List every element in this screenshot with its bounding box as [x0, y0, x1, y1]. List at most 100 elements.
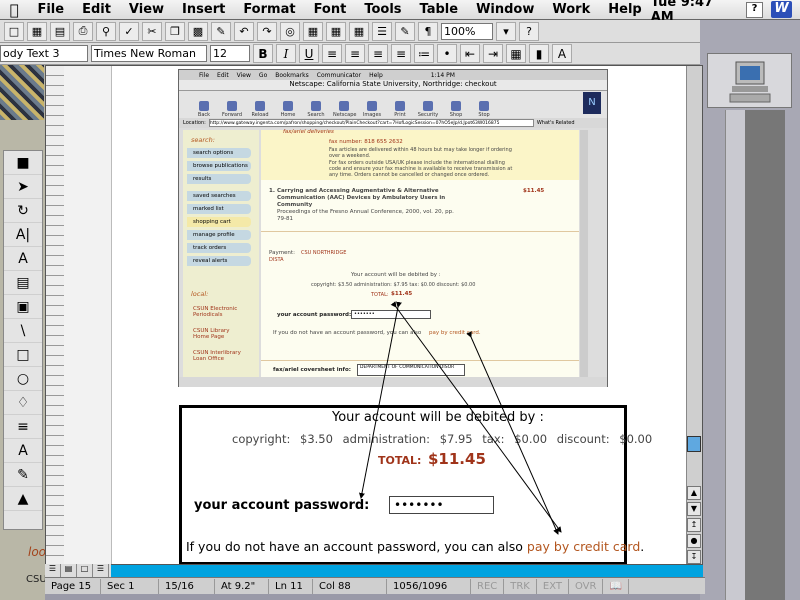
menu-tools[interactable]: Tools: [355, 2, 410, 17]
zoom-dropdown-icon[interactable]: ▾: [496, 21, 516, 41]
align-right-icon[interactable]: ≡: [368, 44, 388, 63]
cut-icon[interactable]: ✂: [142, 21, 162, 41]
scroll-thumb[interactable]: [687, 436, 701, 452]
office-assistant-icon[interactable]: ?: [519, 21, 539, 41]
bold-button[interactable]: B: [253, 44, 273, 63]
insert-table-icon[interactable]: ▦: [326, 21, 346, 41]
scroll-down-arrow-icon[interactable]: ▼: [687, 502, 701, 516]
align-left-icon[interactable]: ≡: [322, 44, 342, 63]
background-text: loo: [28, 545, 47, 559]
spelling-status-icon[interactable]: 📖: [603, 578, 629, 594]
menu-edit[interactable]: Edit: [73, 2, 120, 17]
menu-work[interactable]: Work: [543, 2, 599, 17]
menu-help[interactable]: Help: [599, 2, 650, 17]
copy-icon[interactable]: ❐: [165, 21, 185, 41]
palette-grip[interactable]: ■: [4, 151, 42, 175]
status-ext[interactable]: EXT: [537, 578, 569, 594]
arrow-credit-card: [466, 331, 559, 535]
line-style-icon[interactable]: ≡: [4, 415, 42, 439]
previous-page-icon[interactable]: ↥: [687, 518, 701, 532]
decrease-indent-icon[interactable]: ⇤: [460, 44, 480, 63]
spelling-icon[interactable]: ✓: [119, 21, 139, 41]
status-section: Sec 1: [101, 578, 159, 594]
status-rec[interactable]: REC: [471, 578, 505, 594]
numbering-icon[interactable]: ≔: [414, 44, 434, 63]
view-buttons: ☰ ▤ □ ☰: [45, 564, 111, 577]
print-icon[interactable]: ⎙: [73, 21, 93, 41]
italic-button[interactable]: I: [276, 44, 296, 63]
desktop-picture: [0, 60, 44, 120]
menu-format[interactable]: Format: [234, 2, 304, 17]
drawing-icon[interactable]: ✎: [395, 21, 415, 41]
callout-arrows: [359, 301, 562, 535]
autoshape-icon[interactable]: ♢: [4, 391, 42, 415]
background-text-2: CSU: [26, 574, 47, 585]
normal-view-icon[interactable]: ☰: [45, 564, 61, 577]
select-arrow-icon[interactable]: ➤: [4, 175, 42, 199]
next-page-icon[interactable]: ↧: [687, 550, 701, 564]
status-ovr[interactable]: OVR: [569, 578, 604, 594]
line-color-icon[interactable]: ✎: [4, 463, 42, 487]
rectangle-icon[interactable]: □: [4, 343, 42, 367]
wordart-icon[interactable]: A: [4, 247, 42, 271]
select-browse-object-icon[interactable]: ●: [687, 534, 701, 548]
undo-icon[interactable]: ↶: [234, 21, 254, 41]
page-layout-icon[interactable]: □: [77, 564, 93, 577]
justify-icon[interactable]: ≡: [391, 44, 411, 63]
print-preview-icon[interactable]: ⚲: [96, 21, 116, 41]
text-box-icon[interactable]: A|: [4, 223, 42, 247]
font-color-toolbar-icon[interactable]: A: [552, 44, 572, 63]
zoom-select[interactable]: 100%: [441, 22, 493, 40]
increase-indent-icon[interactable]: ⇥: [483, 44, 503, 63]
font-select[interactable]: Times New Roman: [91, 45, 207, 62]
insert-picture-icon[interactable]: ▤: [4, 271, 42, 295]
help-balloon-icon[interactable]: ?: [745, 1, 764, 18]
web-toolbar-icon[interactable]: ◎: [280, 21, 300, 41]
menu-window[interactable]: Window: [467, 2, 543, 17]
menu-insert[interactable]: Insert: [173, 2, 234, 17]
underline-button[interactable]: U: [299, 44, 319, 63]
align-center-icon[interactable]: ≡: [345, 44, 365, 63]
image-icon[interactable]: ▣: [4, 295, 42, 319]
horizontal-scrollbar[interactable]: [111, 564, 703, 577]
font-size-select[interactable]: 12: [210, 45, 250, 62]
menu-bar:  File Edit View Insert Format Font Tool…: [0, 0, 800, 25]
status-trk[interactable]: TRK: [504, 578, 537, 594]
right-panel-column: [725, 110, 745, 600]
status-column: Col 88: [313, 578, 387, 594]
bullets-icon[interactable]: •: [437, 44, 457, 63]
standard-toolbar: □ ▦ ▤ ⎙ ⚲ ✓ ✂ ❐ ▩ ✎ ↶ ↷ ◎ ▦ ▦ ▦ ☰ ✎ ¶ 10…: [0, 20, 700, 43]
open-folder-icon[interactable]: ▦: [27, 21, 47, 41]
apple-menu-icon[interactable]: : [0, 1, 28, 19]
line-icon[interactable]: \: [4, 319, 42, 343]
status-bar: Page 15 Sec 1 15/16 At 9.2" Ln 11 Col 88…: [45, 577, 705, 594]
fill-color-icon[interactable]: ▲: [4, 487, 42, 511]
save-icon[interactable]: ▤: [50, 21, 70, 41]
style-select[interactable]: ody Text 3: [0, 45, 88, 62]
document-window: File Edit View Go Bookmarks Communicator…: [45, 65, 703, 577]
highlight-icon[interactable]: ▮: [529, 44, 549, 63]
status-line: Ln 11: [269, 578, 313, 594]
status-page: Page 15: [45, 578, 101, 594]
right-panel-dark-column: [745, 110, 785, 600]
rotate-icon[interactable]: ↻: [4, 199, 42, 223]
new-document-icon[interactable]: □: [4, 21, 24, 41]
online-layout-icon[interactable]: ▤: [61, 564, 77, 577]
menu-file[interactable]: File: [28, 2, 73, 17]
insert-excel-icon[interactable]: ▦: [349, 21, 369, 41]
format-painter-icon[interactable]: ✎: [211, 21, 231, 41]
borders-icon[interactable]: ▦: [506, 44, 526, 63]
show-hide-icon[interactable]: ¶: [418, 21, 438, 41]
redo-icon[interactable]: ↷: [257, 21, 277, 41]
application-menu-icon[interactable]: W: [771, 1, 792, 18]
columns-icon[interactable]: ☰: [372, 21, 392, 41]
menu-view[interactable]: View: [120, 2, 173, 17]
menu-table[interactable]: Table: [411, 2, 468, 17]
tables-icon[interactable]: ▦: [303, 21, 323, 41]
outline-view-icon[interactable]: ☰: [93, 564, 109, 577]
scroll-up-arrow-icon[interactable]: ▲: [687, 486, 701, 500]
paste-icon[interactable]: ▩: [188, 21, 208, 41]
oval-icon[interactable]: ○: [4, 367, 42, 391]
font-color-icon[interactable]: A: [4, 439, 42, 463]
menu-font[interactable]: Font: [305, 2, 356, 17]
